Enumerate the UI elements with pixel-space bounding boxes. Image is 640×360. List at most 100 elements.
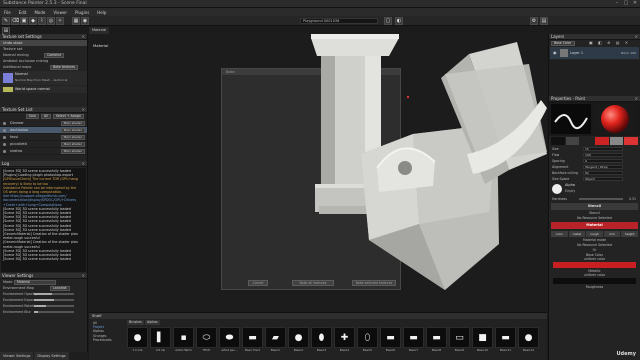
property-value[interactable]: Tangent | Wrap	[583, 165, 623, 169]
shelf-brush-item[interactable]: ⬬ Artist pen...	[219, 327, 240, 358]
slider-track[interactable]	[34, 305, 74, 307]
material-bar[interactable]: Material	[551, 222, 638, 229]
visibility-icon[interactable]	[3, 143, 6, 146]
alpha-row[interactable]: Alpha Empty	[549, 182, 640, 196]
slider-track[interactable]	[34, 299, 74, 301]
shelf-category[interactable]: Procedurals	[91, 338, 125, 342]
shader-button[interactable]: Main shader	[60, 135, 85, 140]
screenshot-icon[interactable]: ▢	[384, 17, 392, 25]
swatch-material[interactable]	[595, 137, 609, 145]
shelf-brush-item[interactable]: ▬ Basic11	[495, 327, 516, 358]
shelf-brush-item[interactable]: ▰ Basic1	[265, 327, 286, 358]
close-icon[interactable]: ✕	[82, 161, 85, 167]
visibility-icon[interactable]	[3, 150, 6, 153]
bake-textures-button[interactable]: Bake textures	[50, 64, 79, 70]
swatch-stencil[interactable]	[580, 137, 595, 145]
shelf-brush-item[interactable]: ● Basic12	[518, 327, 539, 358]
hardness-slider[interactable]	[579, 198, 623, 200]
tab-display-settings[interactable]: Display Settings	[34, 352, 69, 360]
menu-mode[interactable]: Mode	[34, 10, 45, 15]
slider-track[interactable]	[34, 293, 74, 295]
world-space-entry[interactable]: World space normal	[0, 86, 87, 93]
visibility-icon[interactable]	[3, 129, 6, 132]
channel-toggle[interactable]: color	[551, 231, 568, 237]
shelf-brush-item[interactable]: ▪ Artist Hatch	[173, 327, 194, 358]
texture-set-item[interactable]: fassi Main shader	[0, 134, 87, 141]
channel-toggle[interactable]: nrm	[603, 231, 621, 237]
shelf-brush-item[interactable]: ● 1.C.Cla	[127, 327, 148, 358]
tab-viewer-settings[interactable]: Viewer Settings	[0, 352, 34, 360]
shelf-brush-item[interactable]: ⬮ Basic3	[311, 327, 332, 358]
shelf-brush-item[interactable]: ■ Basic10	[472, 327, 493, 358]
all-button[interactable]: All	[41, 113, 51, 119]
eraser-tool-icon[interactable]: ⌫	[11, 17, 19, 25]
menu-viewer[interactable]: Viewer	[53, 10, 67, 15]
menu-file[interactable]: File	[4, 10, 11, 15]
tab-brushes[interactable]: Brushes	[127, 320, 144, 325]
shader-button[interactable]: Main shader	[60, 142, 85, 147]
clone-tool-icon[interactable]: ◎	[47, 17, 55, 25]
paint-tool-icon[interactable]: ✎	[2, 17, 10, 25]
visibility-icon[interactable]	[3, 122, 6, 125]
channel-toggle[interactable]: rough	[586, 231, 603, 237]
menu-help[interactable]: Help	[97, 10, 106, 15]
swatch-alpha[interactable]	[565, 137, 580, 145]
close-button[interactable]: ✕	[632, 1, 638, 6]
shelf-brush-item[interactable]: ⬯ Basic5	[357, 327, 378, 358]
property-value[interactable]: 0	[583, 159, 623, 163]
channel-toggle[interactable]: metal	[568, 231, 586, 237]
property-value[interactable]: On	[583, 171, 623, 175]
normal-mixing-select[interactable]: Combine	[44, 52, 65, 58]
shelf-brush-item[interactable]: ▬ Basic8	[426, 327, 447, 358]
projection-tool-icon[interactable]: ▣	[20, 17, 28, 25]
settings-icon[interactable]: ⚙	[530, 17, 538, 25]
normal-map-entry[interactable]: Normal Normal Map from Mesh ...technical	[0, 71, 87, 85]
property-value[interactable]: 100	[583, 153, 623, 157]
shader-button[interactable]: Main shader	[60, 121, 85, 126]
metallic-swatch[interactable]	[553, 278, 636, 284]
maximize-button[interactable]: ▢	[623, 1, 629, 6]
shelf-brush-item[interactable]: ▌ Art Ink	[150, 327, 171, 358]
texture-set-item[interactable]: siratna Main shader	[0, 148, 87, 155]
swatch-brush[interactable]	[551, 137, 565, 145]
shelf-brush-item[interactable]: ✚ Basic4	[334, 327, 355, 358]
polyfill-tool-icon[interactable]: ◆	[29, 17, 37, 25]
menu-plugins[interactable]: Plugins	[75, 10, 89, 15]
material-sphere-preview[interactable]	[595, 104, 635, 134]
select-assign-button[interactable]: Select + Assign	[53, 113, 84, 119]
property-value[interactable]: Object	[583, 177, 623, 181]
property-value[interactable]: 15	[583, 147, 623, 151]
mode-select[interactable]: Material	[14, 279, 56, 285]
layer-row[interactable]: ◉ Layer 1 Norm 100	[550, 47, 639, 59]
minimize-button[interactable]: –	[614, 1, 620, 6]
slider-track[interactable]	[34, 311, 74, 313]
shelf-brush-item[interactable]: ⬭ TECH	[196, 327, 217, 358]
texture-set-item[interactable]: Dinnear Main shader	[0, 120, 87, 127]
smudge-tool-icon[interactable]: ⌇	[38, 17, 46, 25]
picker-tool-icon[interactable]: ✧	[56, 17, 64, 25]
shelf-brush-item[interactable]: ▬ Basic7	[403, 327, 424, 358]
channel-toggle[interactable]: height	[621, 231, 638, 237]
viewport-tab[interactable]: Material	[89, 27, 110, 34]
env-map-select[interactable]: Lancelot	[50, 285, 70, 291]
swatch-gray[interactable]	[609, 137, 624, 145]
eye-icon[interactable]: ◉	[553, 50, 557, 55]
shader-button[interactable]: Main shader	[60, 128, 85, 133]
view-mode-icon[interactable]: ▤	[540, 17, 548, 25]
shader-button[interactable]: Main shader	[60, 149, 85, 154]
visibility-icon[interactable]	[3, 136, 6, 139]
solo-button[interactable]: Solo	[26, 113, 39, 119]
layer-tools-icon[interactable]: ▣ ◧ ⊕ ▤ ✕	[589, 40, 630, 46]
shelf-brush-item[interactable]: ▬ Basic Hard	[242, 327, 263, 358]
channel-select[interactable]: Base Color	[551, 40, 575, 46]
layer-blend[interactable]: Norm 100	[621, 47, 636, 59]
swatch-red[interactable]	[624, 137, 639, 145]
tab-alphas[interactable]: Alphas	[144, 320, 160, 325]
texture-set-item[interactable]: piccolietti Main shader	[0, 141, 87, 148]
log-output[interactable]: [Scene 3D] 3D scene successfully loaded […	[1, 168, 86, 272]
shelf-brush-item[interactable]: ▭ Basic9	[449, 327, 470, 358]
menu-edit[interactable]: Edit	[19, 10, 27, 15]
brush-stroke-preview[interactable]	[551, 104, 591, 134]
camera-icon[interactable]: ◉	[81, 17, 89, 25]
render-icon[interactable]: ◐	[395, 17, 403, 25]
